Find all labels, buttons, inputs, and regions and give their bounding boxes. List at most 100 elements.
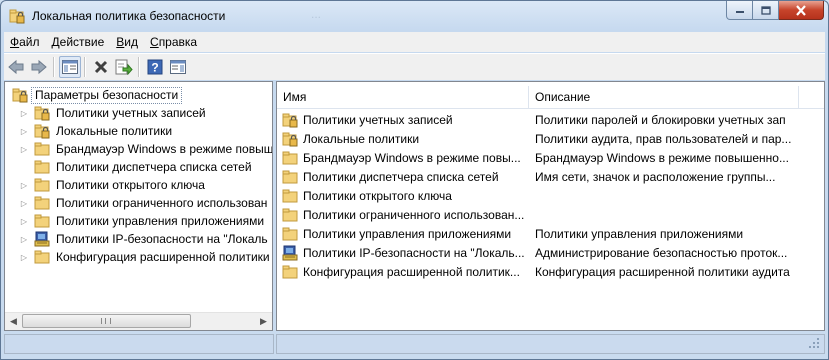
row-description: Имя сети, значок и расположение группы..…	[535, 169, 776, 184]
list-row[interactable]: Локальные политики Политики аудита, прав…	[277, 129, 824, 148]
maximize-icon	[760, 5, 771, 15]
tree-item-local-policies[interactable]: ▷ Локальные политики	[5, 122, 172, 140]
row-description: Брандмауэр Windows в режиме повышенно...	[535, 150, 789, 165]
expand-arrow-icon[interactable]: ▷	[19, 104, 29, 122]
menu-file[interactable]: Файл	[4, 32, 46, 52]
column-header-description[interactable]: Описание	[529, 86, 799, 108]
tree-item-windows-firewall[interactable]: ▷ Брандмауэр Windows в режиме повыш	[5, 140, 272, 158]
forward-icon	[31, 59, 47, 75]
list-row[interactable]: Брандмауэр Windows в режиме повы... Бран…	[277, 148, 824, 167]
export-list-button[interactable]	[113, 56, 135, 78]
list-row[interactable]: Политики управления приложениями Политик…	[277, 224, 824, 243]
folder-icon	[34, 178, 50, 192]
scroll-thumb[interactable]	[22, 314, 191, 328]
toolbar-separator	[53, 57, 55, 77]
tree-item-label: Конфигурация расширенной политики	[56, 250, 270, 264]
list-row[interactable]: Политики диспетчера списка сетей Имя сет…	[277, 167, 824, 186]
forward-button[interactable]	[28, 56, 50, 78]
maximize-button[interactable]	[753, 1, 779, 20]
action-pane-button[interactable]	[167, 56, 189, 78]
tree-item-network-list-manager[interactable]: Политики диспетчера списка сетей	[5, 158, 252, 176]
list-pane: Имя Описание Политики учетных записей По…	[276, 81, 825, 331]
status-segment	[4, 334, 274, 354]
minimize-icon	[735, 11, 744, 13]
expand-arrow-icon[interactable]: ▷	[19, 248, 29, 266]
tree-item-application-control[interactable]: ▷ Политики управления приложениями	[5, 212, 264, 230]
folder-icon	[282, 170, 298, 183]
folder-icon	[34, 160, 50, 174]
status-segment	[276, 334, 825, 354]
list-row[interactable]: Политики учетных записей Политики пароле…	[277, 110, 824, 129]
delete-button[interactable]	[90, 56, 112, 78]
tree-item-label: Политики диспетчера списка сетей	[56, 160, 252, 174]
folder-icon	[34, 250, 50, 264]
column-header-name[interactable]: Имя	[277, 86, 529, 108]
window-title: Локальная политика безопасности	[32, 9, 226, 23]
folder-icon	[282, 227, 298, 240]
tree-item-label: Политики IP-безопасности на "Локаль	[56, 232, 268, 246]
row-description: Конфигурация расширенной политики аудита	[535, 264, 790, 279]
menu-action[interactable]: Действие	[46, 32, 111, 52]
expand-arrow-icon[interactable]: ▷	[19, 194, 29, 212]
tree-item-software-restriction[interactable]: ▷ Политики ограниченного использован	[5, 194, 267, 212]
tree-item-account-policies[interactable]: ▷ Политики учетных записей	[5, 104, 206, 122]
row-name: Политики ограниченного использован...	[303, 207, 525, 222]
scroll-left-icon[interactable]: ◀	[5, 313, 22, 330]
toolbar: ?	[4, 53, 825, 80]
row-name: Политики IP-безопасности на "Локаль...	[303, 245, 525, 260]
tree-item-label: Политики открытого ключа	[56, 178, 205, 192]
row-description: Политики аудита, прав пользователей и па…	[535, 131, 792, 146]
list-row[interactable]: Политики ограниченного использован...	[277, 205, 824, 224]
locked-folder-icon	[282, 132, 298, 146]
status-bar	[4, 334, 825, 354]
folder-icon	[34, 142, 50, 156]
help-button[interactable]: ?	[144, 56, 166, 78]
expand-arrow-icon[interactable]: ▷	[19, 230, 29, 248]
ipsec-icon	[282, 245, 298, 260]
row-name: Политики управления приложениями	[303, 226, 512, 241]
delete-icon	[94, 60, 108, 74]
folder-icon	[282, 151, 298, 164]
tree-item-ip-security[interactable]: ▷ Политики IP-безопасности на "Локаль	[5, 230, 268, 248]
toolbar-separator	[138, 57, 140, 77]
back-button[interactable]	[5, 56, 27, 78]
expand-arrow-icon[interactable]: ▷	[19, 212, 29, 230]
list-row[interactable]: Политики открытого ключа	[277, 186, 824, 205]
back-icon	[8, 59, 24, 75]
tree-item-label: Политики учетных записей	[56, 106, 206, 120]
list-row[interactable]: Конфигурация расширенной политик... Конф…	[277, 262, 824, 281]
row-description: Политики управления приложениями	[535, 226, 744, 241]
resize-grip-icon[interactable]	[809, 338, 819, 348]
tree-item-label: Локальные политики	[56, 124, 173, 138]
tree-root-label: Параметры безопасности	[31, 86, 183, 104]
list-row[interactable]: Политики IP-безопасности на "Локаль... А…	[277, 243, 824, 262]
row-description: Администрирование безопасностью проток..…	[535, 245, 788, 260]
expand-arrow-icon[interactable]: ▷	[19, 176, 29, 194]
folder-icon	[282, 208, 298, 221]
expand-arrow-icon[interactable]: ▷	[19, 140, 29, 158]
locked-folder-icon	[34, 124, 50, 139]
menu-help[interactable]: Справка	[144, 32, 203, 52]
tree-root[interactable]: Параметры безопасности	[12, 86, 183, 104]
scroll-right-icon[interactable]: ▶	[255, 313, 272, 330]
tree-item-label: Политики управления приложениями	[56, 214, 265, 228]
tree-item-public-key[interactable]: ▷ Политики открытого ключа	[5, 176, 205, 194]
folder-icon	[34, 196, 50, 210]
row-name: Политики учетных записей	[303, 112, 453, 127]
expand-arrow-icon[interactable]: ▷	[19, 122, 29, 140]
folder-icon	[34, 214, 50, 228]
toolbar-separator	[84, 57, 86, 77]
menu-view[interactable]: Вид	[110, 32, 144, 52]
export-list-icon	[115, 59, 133, 75]
tree-item-advanced-audit[interactable]: ▷ Конфигурация расширенной политики	[5, 248, 270, 266]
row-name: Политики диспетчера списка сетей	[303, 169, 499, 184]
tree-horizontal-scrollbar[interactable]: ◀ ▶	[5, 312, 272, 330]
title-bar[interactable]: Локальная политика безопасности ...	[1, 1, 828, 31]
close-button[interactable]	[779, 1, 824, 20]
grip-icon	[101, 318, 111, 324]
action-pane-icon	[170, 60, 186, 74]
minimize-button[interactable]	[726, 1, 753, 20]
row-name: Локальные политики	[303, 131, 420, 146]
show-hide-tree-button[interactable]	[59, 56, 81, 78]
